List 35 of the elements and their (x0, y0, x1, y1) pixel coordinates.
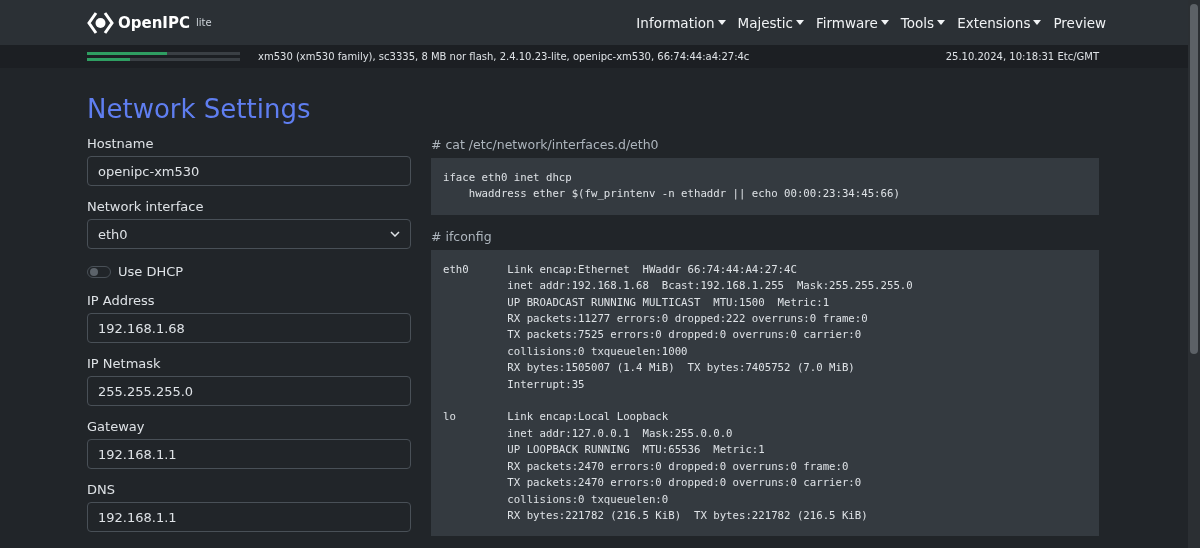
field-label: Gateway (87, 419, 146, 434)
text-field[interactable]: 192.168.1.68 (87, 313, 411, 343)
command-heading: # ifconfig (431, 228, 493, 244)
page-title: Network Settings (87, 94, 312, 124)
field-label: DNS (87, 482, 116, 497)
field-label: IP Address (87, 293, 156, 308)
nav-menu-item[interactable]: Information (630, 14, 732, 31)
command-heading: # cat /etc/network/interfaces.d/eth0 (431, 137, 660, 152)
field-label: Network interface (87, 199, 205, 214)
field-label: IP Netmask (87, 356, 162, 371)
command-output: iface eth0 inet dhcp hwaddress ether $(fw_printenv -n ethaddr || echo 00:00:23:34:45:66) (431, 158, 1099, 215)
switch-label: Use DHCP (118, 264, 184, 279)
caret-icon (880, 20, 889, 25)
nav-menu-item[interactable]: Preview (1047, 14, 1112, 31)
logo-icon (87, 10, 114, 35)
caret-icon (717, 20, 726, 25)
caret-icon (937, 20, 946, 25)
text-field[interactable]: openipc-xm530 (87, 156, 411, 186)
text-field[interactable]: 255.255.255.0 (87, 376, 411, 406)
device-info: xm530 (xm530 family), sc3335, 8 MB nor flash, 2.4.10.23-lite, openipc-xm530, 66:74:44:a4:27:4c (258, 51, 751, 62)
nav-menu-item[interactable]: Firmware (810, 14, 895, 31)
caret-icon (796, 20, 804, 25)
brand-suffix: lite (195, 17, 212, 28)
select-field[interactable]: eth0 (87, 219, 411, 249)
command-output: eth0 Link encap:Ethernet HWaddr 66:74:44:A4:27:4C inet addr:192.168.1.68 Bcast:192.168.1.255 Mask:255.255.255.0 UP BROADCAST RUNNING MULTICAST MTU:1500 Metric:1 RX packets:11277 errors:0 dropped:222 overruns:0 frame:0 TX packets:7525 errors:0 dropped:0 overruns:0 carrier:0 collisions:0 txqueuelen:1000 RX bytes:1505007 (1.4 MiB) TX bytes:7405752 (7.0 MiB) Interrupt:35 lo Link encap:Local Loopback inet addr:127.0.0.1 Mask:255.0.0.0 UP LOOPBACK RUNNING MTU:65536 Metric:1 RX packets:2470 errors:0 dropped:0 overruns:0 frame:0 TX packets:2470 errors:0 dropped:0 overruns:0 carrier:0 collisions:0 txqueuelen:0 RX bytes:221782 (216.5 KiB) TX bytes:221782 (216.5 KiB) (431, 249, 1099, 537)
brand-name[interactable]: OpenIPC (118, 13, 190, 32)
caret-icon (1033, 20, 1042, 25)
date-time: 25.10.2024, 10:18:31 Etc/GMT (945, 51, 1099, 62)
field-label: Hostname (87, 136, 155, 151)
nav-menu-item[interactable]: Tools (894, 14, 952, 31)
text-field[interactable]: 192.168.1.1 (87, 502, 411, 532)
nav-menu-item[interactable]: Majestic (731, 14, 810, 31)
chevron-down-icon (390, 231, 400, 237)
nav-menu-item[interactable]: Extensions (951, 14, 1048, 31)
text-field[interactable]: 192.168.1.1 (87, 439, 411, 469)
